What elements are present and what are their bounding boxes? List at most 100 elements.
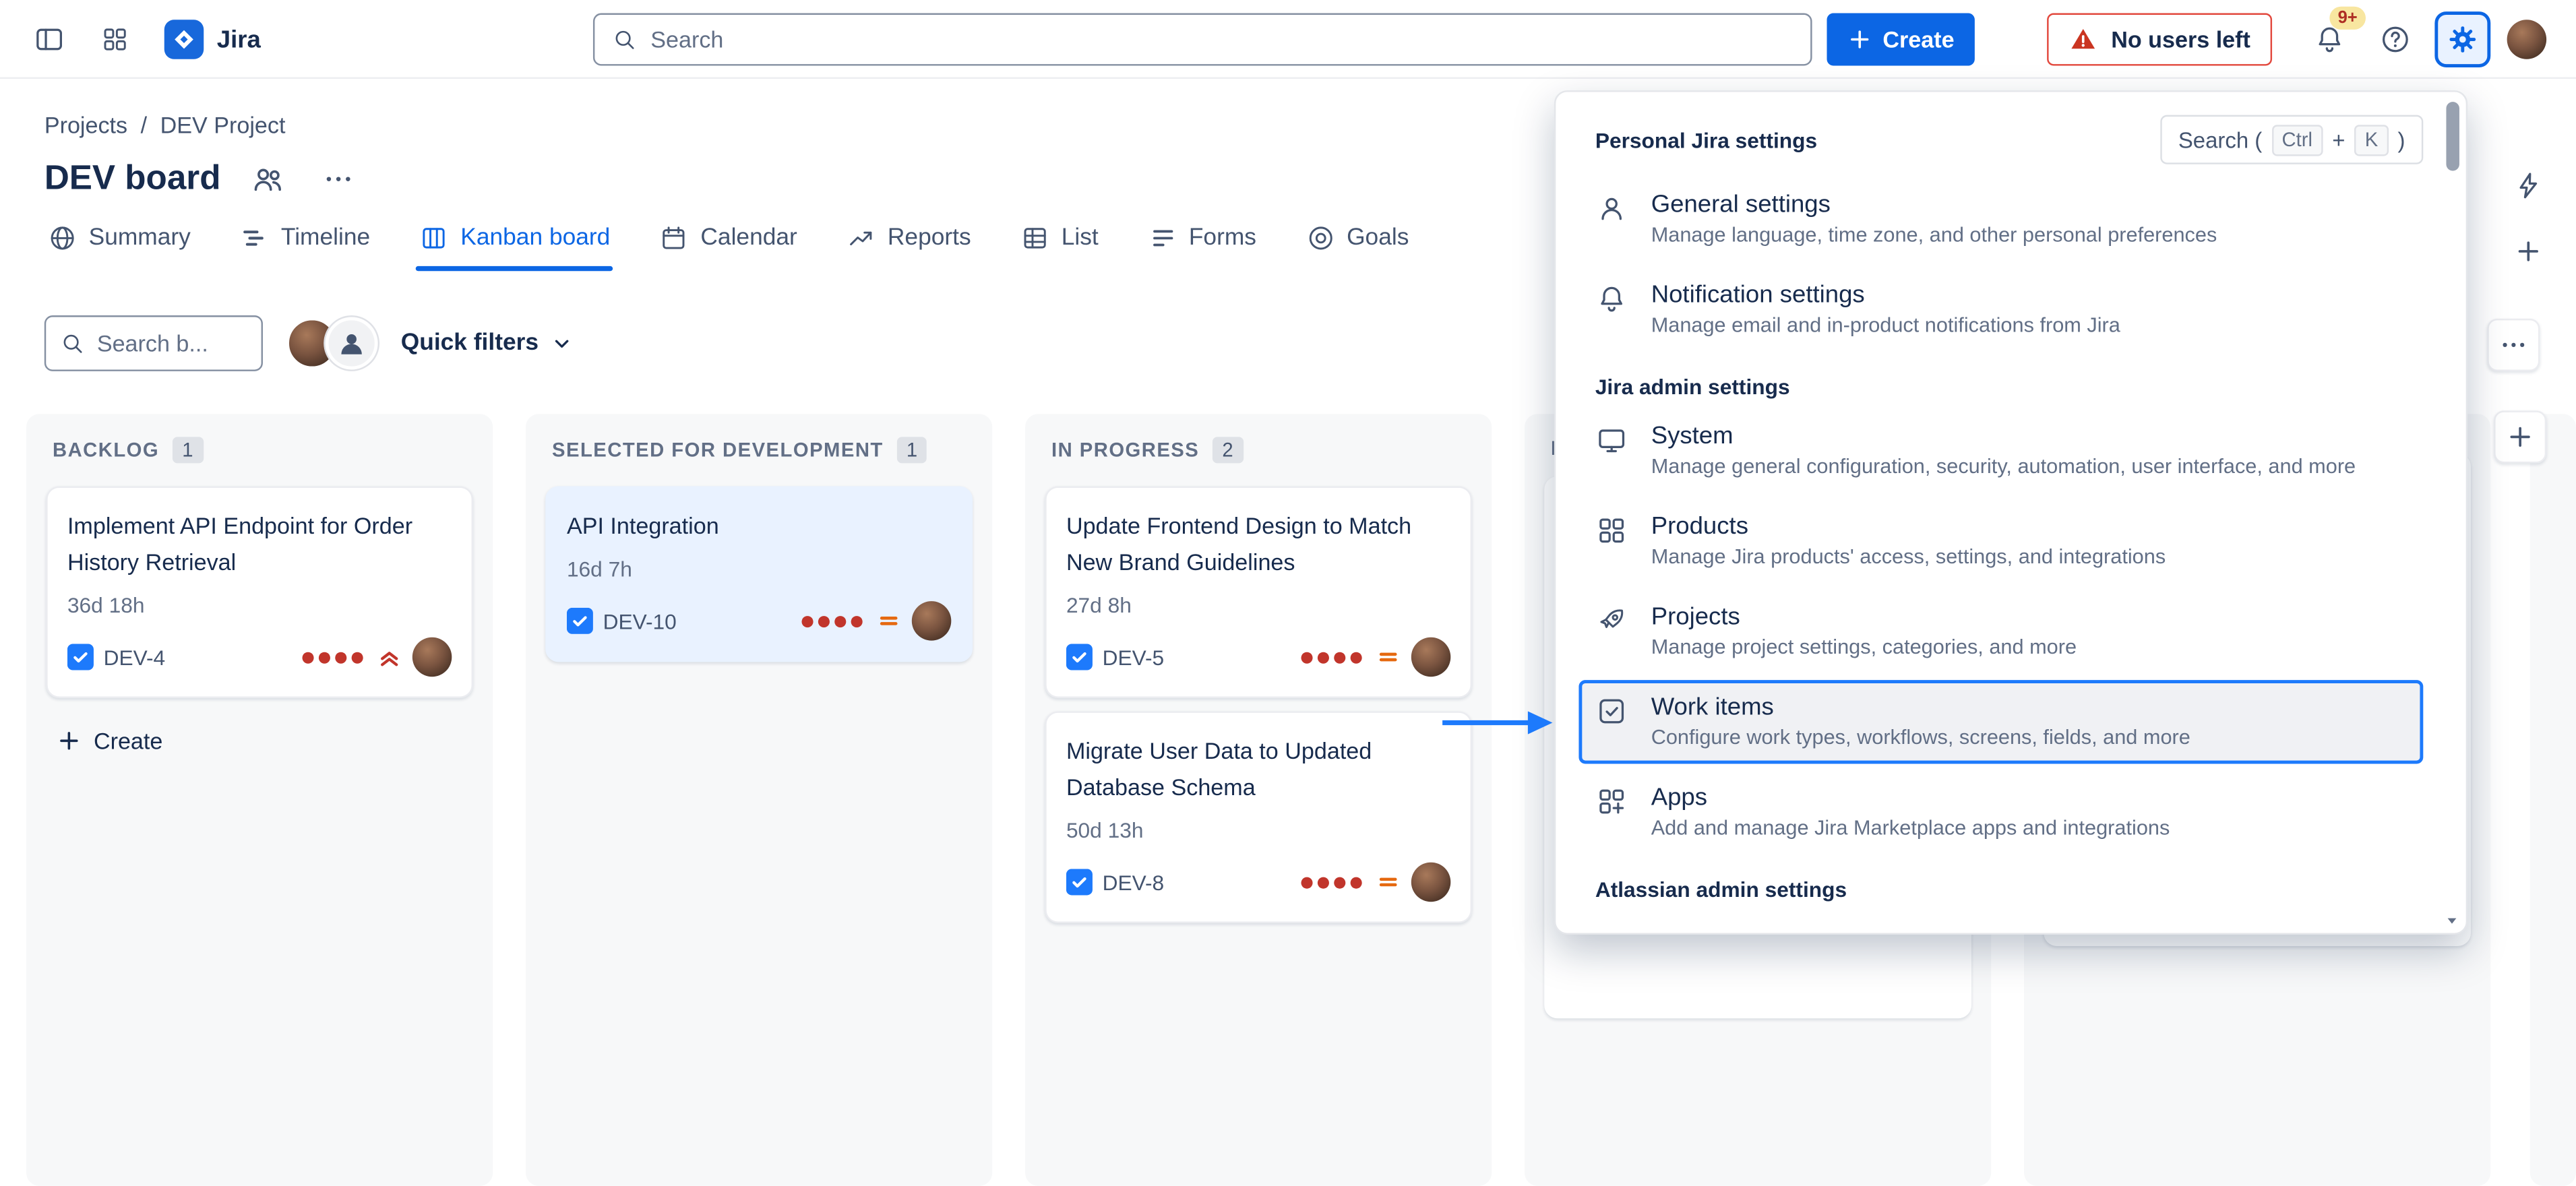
card-dev-10[interactable]: API Integration 16d 7h DEV-10 (545, 487, 973, 662)
jira-admin-settings-header: Jira admin settings (1578, 358, 2423, 409)
card-dev-8[interactable]: Migrate User Data to Updated Database Sc… (1045, 711, 1472, 923)
board-search[interactable] (44, 315, 263, 371)
menu-item-projects[interactable]: Projects Manage project settings, catego… (1578, 590, 2423, 673)
assignee-avatar[interactable] (912, 601, 952, 641)
menu-item-description: Manage general configuration, security, … (1651, 454, 2356, 481)
breadcrumb-project-link[interactable]: DEV Project (160, 112, 286, 138)
assignee-avatar[interactable] (1411, 863, 1451, 902)
menu-item-system[interactable]: System Manage general configuration, sec… (1578, 409, 2423, 493)
column-count-badge: 2 (1213, 437, 1244, 463)
notifications-button[interactable]: 9+ (2303, 13, 2356, 66)
chevron-down-icon (549, 330, 575, 356)
menu-item-apps[interactable]: Apps Add and manage Jira Marketplace app… (1578, 770, 2423, 854)
column-title: SELECTED FOR DEVELOPMENT (552, 439, 884, 462)
jira-brand[interactable]: Jira (164, 13, 261, 66)
board-more-button[interactable] (316, 156, 362, 202)
breadcrumb-projects-link[interactable]: Projects (44, 112, 127, 138)
globe-icon (48, 224, 78, 253)
board-filters: Quick filters (44, 315, 575, 371)
list-icon (1020, 224, 1050, 253)
breadcrumb-separator: / (141, 112, 147, 138)
card-key: DEV-4 (104, 645, 166, 670)
tab-label: List (1062, 225, 1099, 251)
settings-button[interactable] (2434, 11, 2490, 67)
column-count-badge: 1 (173, 437, 204, 463)
scroll-down-icon[interactable] (2443, 913, 2461, 928)
top-navigation-bar: Jira Create No users left 9+ (0, 0, 2576, 79)
menu-item-products[interactable]: Products Manage Jira products' access, s… (1578, 499, 2423, 583)
atlassian-admin-settings-header: Atlassian admin settings (1578, 861, 2423, 912)
menu-item-description: Manage project settings, categories, and… (1651, 634, 2077, 662)
assignee-avatar[interactable] (412, 637, 452, 677)
lightning-icon (2512, 169, 2545, 202)
tab-timeline[interactable]: Timeline (237, 217, 373, 259)
more-horizontal-icon (2498, 330, 2528, 360)
member-avatar-generic[interactable] (326, 317, 378, 369)
menu-item-title: Projects (1651, 601, 2077, 634)
card-key: DEV-8 (1103, 870, 1165, 895)
forms-icon (1148, 224, 1177, 253)
tab-calendar[interactable]: Calendar (656, 217, 801, 259)
global-search-input[interactable] (650, 26, 1794, 53)
search-shortcut-prefix: Search ( (2178, 127, 2262, 152)
add-view-button[interactable] (2504, 226, 2553, 276)
tab-reports[interactable]: Reports (843, 217, 974, 259)
people-icon (250, 161, 286, 197)
tab-label: Timeline (281, 225, 370, 251)
column-create-button[interactable]: Create (46, 711, 173, 770)
assignee-avatar[interactable] (1411, 637, 1451, 677)
tab-kanban-board[interactable]: Kanban board (416, 217, 613, 259)
dropdown-header: Personal Jira settings Search ( Ctrl + K… (1578, 112, 2423, 178)
task-type-icon (567, 608, 593, 634)
create-button-label: Create (1882, 26, 1954, 53)
create-button[interactable]: Create (1827, 13, 1974, 66)
menu-item-notification-settings[interactable]: Notification settings Manage email and i… (1578, 268, 2423, 351)
task-type-icon (1066, 644, 1093, 670)
menu-item-description: Manage email and in-product notification… (1651, 312, 2120, 340)
plus-icon (1847, 26, 1873, 53)
global-search[interactable] (593, 13, 1812, 66)
board-search-input[interactable] (97, 330, 245, 356)
sidebar-toggle-icon (33, 23, 66, 56)
page-title: DEV board (44, 159, 221, 199)
tab-list[interactable]: List (1017, 217, 1102, 259)
goals-icon (1306, 224, 1335, 253)
quick-filters-button[interactable]: Quick filters (401, 330, 575, 356)
sidebar-toggle-button[interactable] (23, 13, 75, 66)
card-estimate: 50d 13h (1066, 818, 1450, 843)
tab-forms[interactable]: Forms (1144, 217, 1260, 259)
column-header: SELECTED FOR DEVELOPMENT 1 (526, 414, 992, 480)
title-row: DEV board (44, 154, 362, 204)
no-users-left-button[interactable]: No users left (2047, 13, 2271, 66)
tab-label: Reports (888, 225, 971, 251)
add-column-button[interactable] (2494, 410, 2546, 463)
profile-avatar[interactable] (2507, 20, 2547, 64)
column-header: IN PROGRESS 2 (1025, 414, 1492, 480)
bell-icon (1595, 282, 1628, 315)
card-dev-4[interactable]: Implement API Endpoint for Order History… (46, 487, 473, 698)
menu-item-work-items[interactable]: Work items Configure work types, workflo… (1578, 680, 2423, 763)
menu-item-description: Manage Jira products' access, settings, … (1651, 544, 2166, 571)
app-switcher-button[interactable] (89, 13, 142, 66)
menu-item-general-settings[interactable]: General settings Manage language, time z… (1578, 177, 2423, 261)
quick-filters-label: Quick filters (401, 330, 539, 356)
more-horizontal-icon (323, 162, 356, 195)
timeline-icon (240, 224, 270, 253)
help-icon (2379, 23, 2412, 56)
menu-item-title: Products (1651, 511, 2166, 544)
tab-summary[interactable]: Summary (44, 217, 194, 259)
card-dev-5[interactable]: Update Frontend Design to Match New Bran… (1045, 487, 1472, 698)
help-button[interactable] (2369, 13, 2422, 66)
work-items-icon (1595, 695, 1628, 728)
scrollbar-thumb[interactable] (2446, 102, 2459, 170)
board-options-button[interactable] (2487, 319, 2540, 371)
card-title: Implement API Endpoint for Order History… (67, 507, 452, 580)
card-estimate: 27d 8h (1066, 593, 1450, 618)
app-grid-icon (100, 25, 130, 55)
tab-label: Summary (89, 225, 191, 251)
tab-goals[interactable]: Goals (1302, 217, 1412, 259)
settings-search-button[interactable]: Search ( Ctrl + K ) (2160, 115, 2423, 164)
menu-item-description: Configure work types, workflows, screens… (1651, 724, 2190, 752)
automation-button[interactable] (2504, 161, 2553, 210)
board-members-button[interactable] (244, 154, 293, 204)
